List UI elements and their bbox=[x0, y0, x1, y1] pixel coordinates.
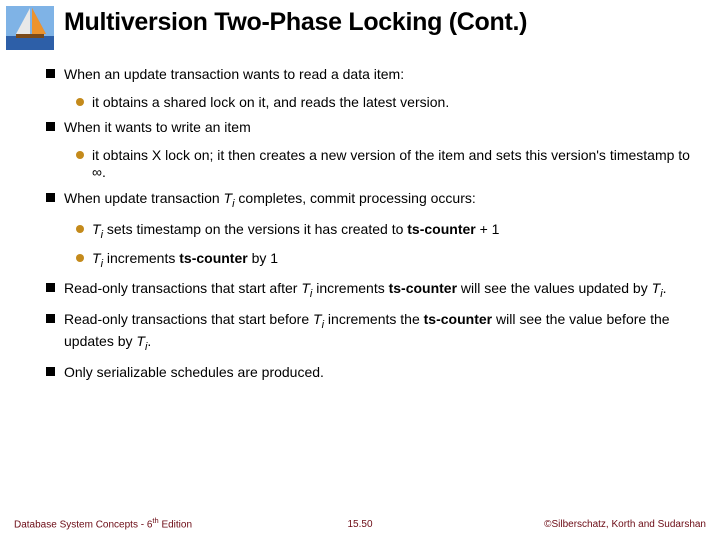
text: When an update transaction wants to read… bbox=[64, 66, 404, 82]
text: increments the bbox=[324, 311, 424, 327]
subbullet-x-lock: it obtains X lock on; it then creates a … bbox=[76, 147, 690, 182]
text: by 1 bbox=[248, 250, 278, 266]
bullet-serializable: Only serializable schedules are produced… bbox=[46, 364, 690, 382]
subbullet-shared-lock: it obtains a shared lock on it, and read… bbox=[76, 94, 690, 112]
text: T bbox=[301, 280, 310, 296]
bullet-write: When it wants to write an item bbox=[46, 119, 690, 137]
text: + 1 bbox=[476, 221, 500, 237]
text: Read-only transactions that start after bbox=[64, 280, 301, 296]
subbullet-inc-ts: Ti increments ts-counter by 1 bbox=[76, 250, 690, 271]
text: will see the values updated by bbox=[457, 280, 652, 296]
ts-counter: ts-counter bbox=[389, 280, 457, 296]
text: sets timestamp on the versions it has cr… bbox=[103, 221, 407, 237]
text: increments bbox=[103, 250, 179, 266]
text: it obtains X lock on; it then creates a … bbox=[92, 147, 690, 163]
text: T bbox=[652, 280, 661, 296]
text: Read-only transactions that start before bbox=[64, 311, 313, 327]
text: . bbox=[147, 333, 151, 349]
sailboat-icon bbox=[6, 6, 54, 50]
bullet-commit: When update transaction Ti completes, co… bbox=[46, 190, 690, 211]
bullet-read: When an update transaction wants to read… bbox=[46, 66, 690, 84]
footer-right: ©Silberschatz, Korth and Sudarshan bbox=[544, 519, 706, 530]
bullet-readonly-after: Read-only transactions that start after … bbox=[46, 280, 690, 301]
text: T bbox=[224, 190, 233, 206]
infinity-symbol: ∞ bbox=[92, 164, 102, 180]
subbullet-set-ts: Ti sets timestamp on the versions it has… bbox=[76, 221, 690, 242]
text: completes, commit processing occurs: bbox=[235, 190, 476, 206]
text: T bbox=[92, 250, 101, 266]
text: When update transaction bbox=[64, 190, 224, 206]
ts-counter: ts-counter bbox=[407, 221, 475, 237]
ts-counter: ts-counter bbox=[424, 311, 492, 327]
ts-counter: ts-counter bbox=[179, 250, 247, 266]
text: . bbox=[102, 164, 106, 180]
text: it obtains a shared lock on it, and read… bbox=[92, 94, 449, 110]
text: increments bbox=[312, 280, 388, 296]
bullet-readonly-before: Read-only transactions that start before… bbox=[46, 311, 690, 354]
slide: Multiversion Two-Phase Locking (Cont.) W… bbox=[0, 0, 720, 540]
text: T bbox=[313, 311, 322, 327]
text: Only serializable schedules are produced… bbox=[64, 364, 324, 380]
text: When it wants to write an item bbox=[64, 119, 251, 135]
text: . bbox=[663, 280, 667, 296]
body-content: When an update transaction wants to read… bbox=[46, 66, 690, 392]
page-title: Multiversion Two-Phase Locking (Cont.) bbox=[64, 8, 710, 37]
text: T bbox=[136, 333, 145, 349]
text: T bbox=[92, 221, 101, 237]
